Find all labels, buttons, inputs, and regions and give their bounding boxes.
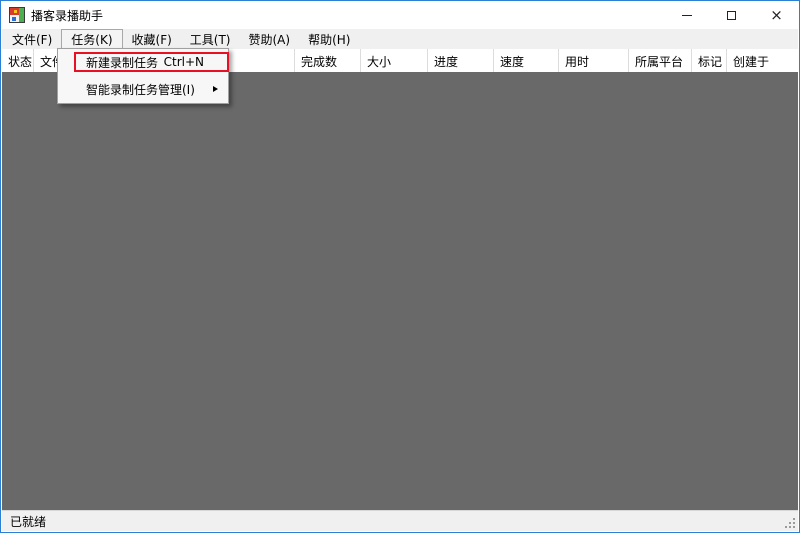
column-header-completed[interactable]: 完成数 — [295, 49, 361, 72]
window-title: 播客录播助手 — [31, 7, 103, 24]
minimize-button[interactable] — [664, 1, 709, 29]
menubar-item-favorites[interactable]: 收藏(F) — [123, 29, 181, 49]
column-header-status[interactable]: 状态 — [2, 49, 34, 72]
column-header-created[interactable]: 创建于 — [727, 49, 798, 72]
column-header-size[interactable]: 大小 — [361, 49, 428, 72]
menu-bar: 文件(F) 任务(K) 收藏(F) 工具(T) 赞助(A) 帮助(H) — [2, 29, 798, 49]
maximize-icon — [727, 11, 736, 20]
maximize-button[interactable] — [709, 1, 754, 29]
menu-item-label: 智能录制任务管理(I) — [86, 81, 195, 98]
menu-item-new-recording-task[interactable]: 新建录制任务 Ctrl+N — [58, 52, 228, 72]
menubar-item-tools[interactable]: 工具(T) — [181, 29, 240, 49]
close-button[interactable]: × — [754, 1, 799, 29]
menu-item-shortcut: Ctrl+N — [164, 55, 204, 69]
menubar-item-help[interactable]: 帮助(H) — [299, 29, 359, 49]
menu-item-label: 新建录制任务 — [86, 54, 158, 71]
close-icon: × — [770, 8, 783, 23]
app-window: 播客录播助手 × 文件(F) 任务(K) 收藏(F) 工具(T) 赞助(A) 帮… — [0, 0, 800, 533]
task-list-area — [2, 72, 798, 510]
column-header-speed[interactable]: 速度 — [494, 49, 559, 72]
menubar-item-sponsor[interactable]: 赞助(A) — [240, 29, 300, 49]
column-header-platform[interactable]: 所属平台 — [629, 49, 692, 72]
status-bar: 已就绪 — [2, 510, 798, 531]
column-header-mark[interactable]: 标记 — [692, 49, 727, 72]
status-text: 已就绪 — [10, 513, 46, 530]
title-bar: 播客录播助手 × — [1, 1, 799, 29]
app-icon — [9, 7, 25, 23]
column-header-progress[interactable]: 进度 — [428, 49, 494, 72]
resize-grip[interactable] — [783, 516, 796, 529]
task-menu-dropdown: 新建录制任务 Ctrl+N 智能录制任务管理(I) — [57, 48, 229, 104]
menubar-item-file[interactable]: 文件(F) — [3, 29, 61, 49]
menubar-item-task[interactable]: 任务(K) — [61, 29, 122, 49]
menu-item-smart-task-management[interactable]: 智能录制任务管理(I) — [58, 79, 228, 99]
submenu-arrow-icon — [213, 86, 218, 92]
minimize-icon — [682, 15, 692, 16]
column-header-elapsed[interactable]: 用时 — [559, 49, 629, 72]
window-controls: × — [664, 1, 799, 29]
